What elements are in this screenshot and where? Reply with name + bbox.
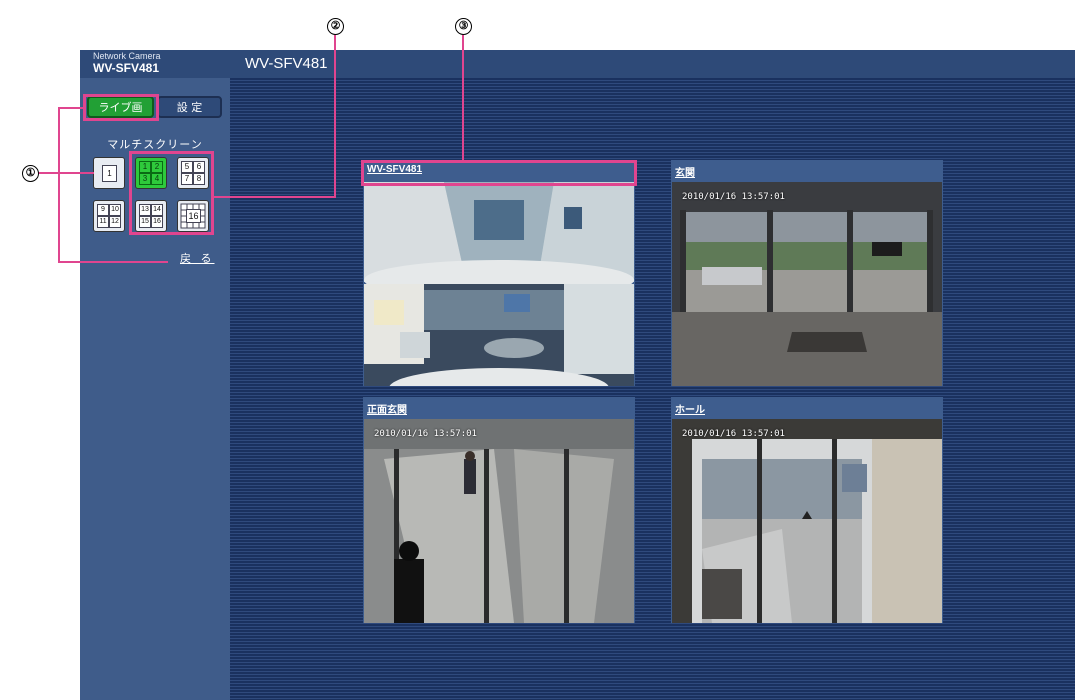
screen-cell: 9 <box>97 204 109 216</box>
callout-1: ① <box>22 165 39 182</box>
camera-title-link[interactable]: 正面玄関 <box>367 401 407 416</box>
setup-button[interactable]: 設 定 <box>157 96 222 118</box>
camera-timestamp: 2010/01/16 13:57:01 <box>374 429 477 439</box>
camera-timestamp: 2010/01/16 13:57:01 <box>682 429 785 439</box>
screen-cell: 12 <box>109 216 121 228</box>
callout-2: ② <box>327 18 344 35</box>
camera-title: WV-SFV481 <box>245 55 328 72</box>
highlight-box-multiscreen <box>129 151 214 235</box>
camera-panel: WV-SFV481 <box>363 160 635 386</box>
camera-image[interactable]: 2010/01/16 13:57:01 <box>672 182 942 386</box>
leader-line <box>58 107 60 263</box>
screen-cell: 11 <box>97 216 109 228</box>
back-link[interactable]: 戻 る <box>180 250 215 266</box>
single-screen-button[interactable]: 1 <box>93 157 125 189</box>
leader-line <box>214 196 336 198</box>
camera-panel: 玄関 2010/01/16 13:57:01 <box>671 160 943 386</box>
leader-line <box>58 261 168 263</box>
leader-line <box>462 35 464 162</box>
app-header: Network Camera WV-SFV481 WV-SFV481 <box>80 50 1075 78</box>
camera-title-link[interactable]: ホール <box>675 401 705 416</box>
leader-line <box>334 35 336 198</box>
camera-image[interactable]: 2010/01/16 13:57:01 <box>672 419 942 623</box>
camera-panel: 正面玄関 2010/01/16 13:57:01 <box>363 397 635 623</box>
leader-line <box>38 172 94 174</box>
callout-3: ③ <box>455 18 472 35</box>
camera-image[interactable] <box>364 182 634 386</box>
highlight-box-live <box>83 94 159 121</box>
camera-title-link[interactable]: 玄関 <box>675 164 695 179</box>
leader-line <box>58 107 86 109</box>
quad-screen-9-12-button[interactable]: 9 10 11 12 <box>93 200 125 232</box>
brand-subtitle: Network Camera <box>93 51 161 61</box>
camera-image[interactable]: 2010/01/16 13:57:01 <box>364 419 634 623</box>
main-pane <box>230 78 1075 700</box>
camera-timestamp: 2010/01/16 13:57:01 <box>682 192 785 202</box>
highlight-box-title <box>361 160 637 186</box>
screen-cell: 1 <box>102 165 117 182</box>
camera-panel: ホール 2010/01/16 13:57:01 <box>671 397 943 623</box>
screen-cell: 10 <box>109 204 121 216</box>
brand-model: WV-SFV481 <box>93 61 160 75</box>
multiscreen-label: マルチスクリーン <box>107 138 203 151</box>
